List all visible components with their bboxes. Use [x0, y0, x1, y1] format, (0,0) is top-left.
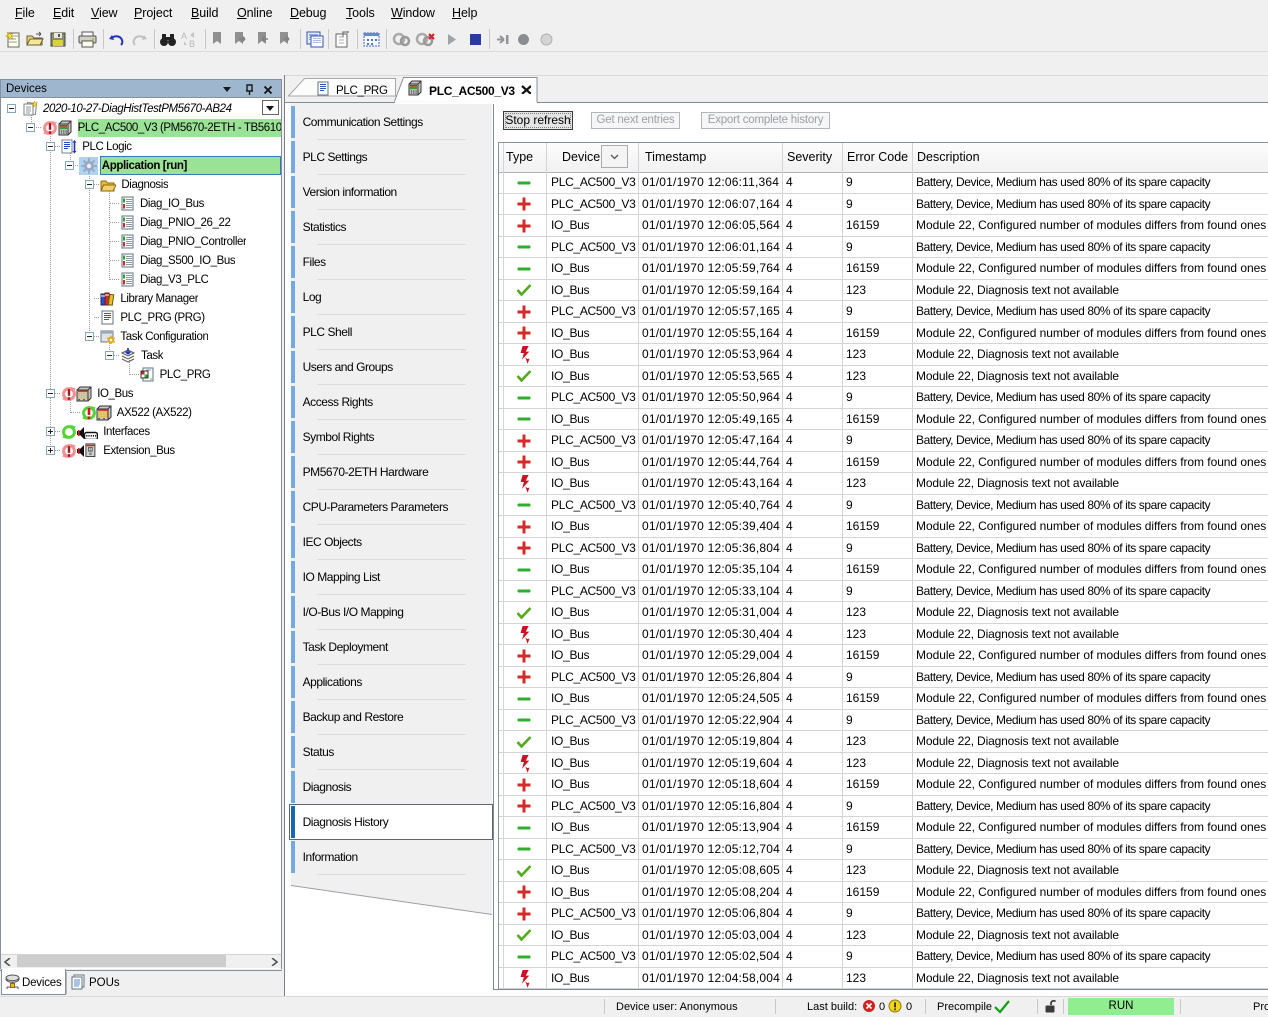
svg-text:B: B	[189, 39, 195, 48]
svg-text:A: A	[181, 31, 187, 41]
